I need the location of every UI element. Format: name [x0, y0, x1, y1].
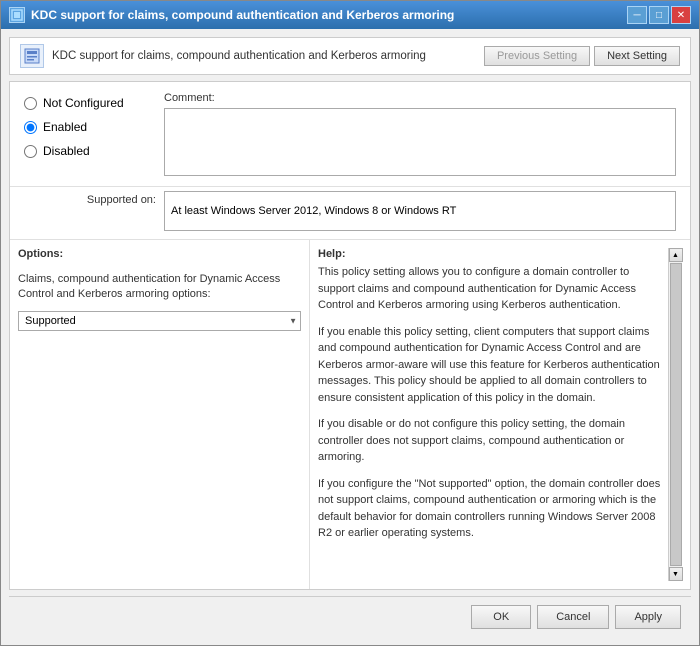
- policy-icon: [20, 44, 44, 68]
- options-column: Options: Claims, compound authentication…: [10, 240, 310, 589]
- help-label: Help:: [318, 248, 668, 260]
- close-button[interactable]: ✕: [671, 6, 691, 24]
- help-para-1: This policy setting allows you to config…: [318, 264, 664, 314]
- options-label: Options:: [18, 248, 301, 260]
- main-window: KDC support for claims, compound authent…: [0, 0, 700, 646]
- help-para-2: If you enable this policy setting, clien…: [318, 324, 664, 407]
- comment-label: Comment:: [164, 92, 676, 104]
- maximize-button[interactable]: □: [649, 6, 669, 24]
- cancel-button[interactable]: Cancel: [537, 605, 609, 629]
- scroll-thumb[interactable]: [670, 263, 682, 566]
- scroll-down-button[interactable]: ▼: [669, 567, 683, 581]
- radio-comment-section: Not Configured Enabled Disabled Comment:: [10, 82, 690, 187]
- disabled-label: Disabled: [43, 144, 90, 158]
- two-column-section: Options: Claims, compound authentication…: [10, 240, 690, 589]
- not-configured-option[interactable]: Not Configured: [24, 96, 164, 110]
- window-title: KDC support for claims, compound authent…: [31, 8, 454, 22]
- next-setting-button[interactable]: Next Setting: [594, 46, 680, 66]
- content-area: KDC support for claims, compound authent…: [1, 29, 699, 645]
- enabled-option[interactable]: Enabled: [24, 120, 164, 134]
- bottom-bar: OK Cancel Apply: [9, 596, 691, 637]
- header-buttons: Previous Setting Next Setting: [484, 46, 680, 66]
- header-bar: KDC support for claims, compound authent…: [9, 37, 691, 75]
- help-para-3: If you disable or do not configure this …: [318, 416, 664, 466]
- title-bar: KDC support for claims, compound authent…: [1, 1, 699, 29]
- not-configured-label: Not Configured: [43, 96, 124, 110]
- header-title: KDC support for claims, compound authent…: [52, 50, 426, 62]
- prev-setting-button[interactable]: Previous Setting: [484, 46, 590, 66]
- comment-column: Comment:: [164, 92, 676, 176]
- help-para-4: If you configure the "Not supported" opt…: [318, 476, 664, 542]
- help-column: Help: This policy setting allows you to …: [310, 240, 690, 589]
- title-bar-buttons: ─ □ ✕: [627, 6, 691, 24]
- supported-label: Supported on:: [24, 191, 164, 206]
- title-bar-left: KDC support for claims, compound authent…: [9, 7, 454, 23]
- scroll-up-button[interactable]: ▲: [669, 248, 683, 262]
- not-configured-radio[interactable]: [24, 97, 37, 110]
- help-scrollbar[interactable]: ▲ ▼: [668, 248, 682, 581]
- main-form: Not Configured Enabled Disabled Comment:: [9, 81, 691, 590]
- options-dropdown[interactable]: Supported Not Supported Always provide c…: [18, 311, 301, 331]
- help-text: This policy setting allows you to config…: [318, 264, 668, 581]
- enabled-label: Enabled: [43, 120, 87, 134]
- disabled-radio[interactable]: [24, 145, 37, 158]
- supported-row: Supported on: At least Windows Server 20…: [10, 187, 690, 240]
- disabled-option[interactable]: Disabled: [24, 144, 164, 158]
- window-icon: [9, 7, 25, 23]
- comment-textarea[interactable]: [164, 108, 676, 176]
- minimize-button[interactable]: ─: [627, 6, 647, 24]
- options-description: Claims, compound authentication for Dyna…: [18, 272, 301, 303]
- enabled-radio[interactable]: [24, 121, 37, 134]
- apply-button[interactable]: Apply: [615, 605, 681, 629]
- supported-value: At least Windows Server 2012, Windows 8 …: [164, 191, 676, 231]
- ok-button[interactable]: OK: [471, 605, 531, 629]
- header-left: KDC support for claims, compound authent…: [20, 44, 426, 68]
- radio-column: Not Configured Enabled Disabled: [24, 92, 164, 158]
- options-dropdown-container: Supported Not Supported Always provide c…: [18, 311, 301, 331]
